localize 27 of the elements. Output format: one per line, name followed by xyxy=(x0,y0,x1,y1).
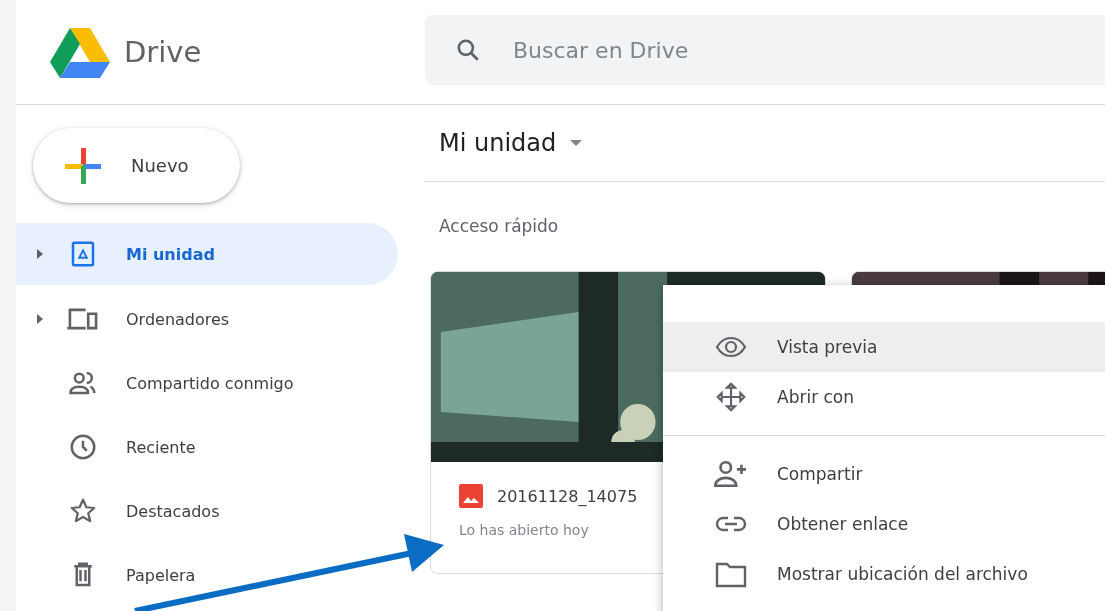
clock-icon xyxy=(68,432,98,462)
dropdown-caret-icon xyxy=(570,140,583,146)
nav-item[interactable]: Mi unidad xyxy=(16,223,398,285)
image-file-icon xyxy=(459,484,483,508)
link-icon xyxy=(715,514,747,534)
drive-logo-icon xyxy=(50,26,110,78)
section-heading: Acceso rápido xyxy=(439,216,559,236)
eye-icon xyxy=(715,335,747,359)
folder-icon xyxy=(715,560,747,588)
move-icon xyxy=(715,381,747,413)
add-person-icon xyxy=(714,459,748,489)
nav-item[interactable]: Destacados xyxy=(16,479,398,543)
plus-icon xyxy=(65,147,101,184)
folder-title-dropdown[interactable]: Mi unidad xyxy=(439,129,583,157)
file-name: 20161128_14075 xyxy=(497,486,638,506)
menu-item[interactable]: Vista previa xyxy=(663,322,1105,372)
search-icon xyxy=(455,37,481,63)
new-button[interactable]: Nuevo xyxy=(33,128,240,203)
nav-item[interactable]: Compartido conmigo xyxy=(16,351,398,415)
nav-item[interactable]: Reciente xyxy=(16,415,398,479)
nav-item[interactable]: Ordenadores xyxy=(16,287,398,351)
nav-item[interactable]: Papelera xyxy=(16,543,398,607)
file-subtitle: Lo has abierto hoy xyxy=(459,522,589,538)
search-field[interactable]: Buscar en Drive xyxy=(425,15,1105,85)
expand-caret-icon[interactable] xyxy=(36,313,44,325)
expand-caret-icon[interactable] xyxy=(36,248,44,260)
app-name: Drive xyxy=(124,35,202,69)
